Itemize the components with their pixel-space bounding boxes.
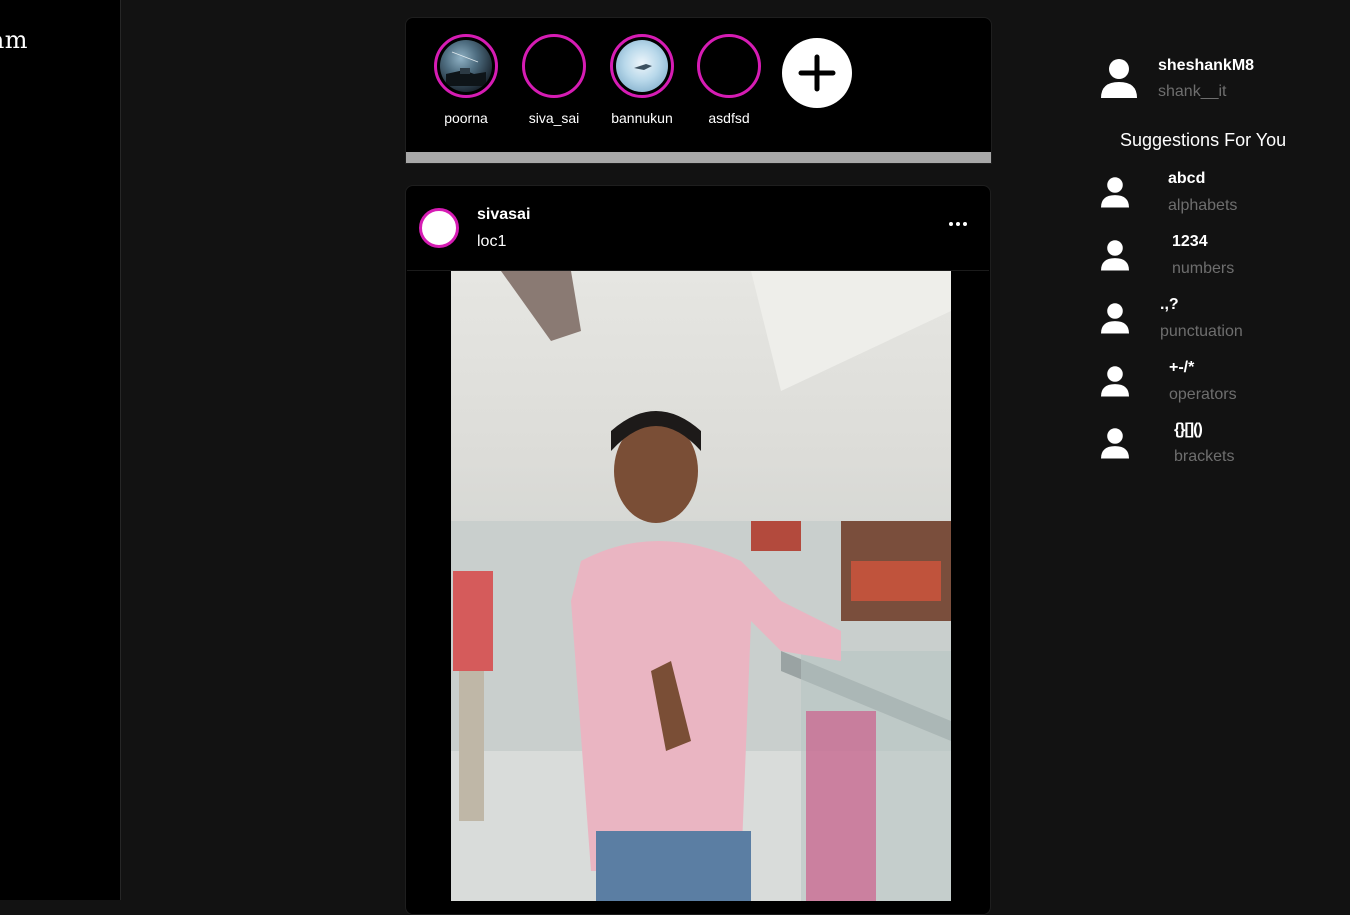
suggestion-item[interactable]: {}[]() brackets — [1095, 421, 1350, 471]
user-avatar-icon — [1101, 428, 1129, 459]
suggestion-item[interactable]: +-/* operators — [1095, 359, 1350, 409]
story-item[interactable]: poorna — [422, 34, 510, 126]
suggestion-item[interactable]: .,? punctuation — [1095, 296, 1350, 346]
suggestion-name[interactable]: 1234 — [1172, 233, 1208, 251]
story-ring — [434, 34, 498, 98]
story-item[interactable]: bannukun — [598, 34, 686, 126]
story-ring — [697, 34, 761, 98]
app-logo[interactable]: ram — [0, 26, 28, 54]
suggestion-subtitle: operators — [1169, 386, 1237, 403]
story-avatar — [616, 40, 668, 92]
suggestion-name[interactable]: .,? — [1160, 296, 1179, 314]
post-location[interactable]: loc1 — [477, 233, 506, 251]
story-ring — [522, 34, 586, 98]
story-avatar — [528, 40, 580, 92]
stories-bar: poorna siva_sai bannukun asdfsd — [405, 17, 992, 164]
post-username[interactable]: sivasai — [477, 206, 530, 224]
user-avatar-icon — [1101, 366, 1129, 397]
suggestion-name[interactable]: {}[]() — [1174, 421, 1203, 439]
story-username: poorna — [444, 110, 488, 126]
right-panel: sheshankM8 shank__it Suggestions For You… — [1095, 0, 1350, 900]
post-card: sivasai loc1 — [405, 185, 991, 915]
plus-icon — [798, 54, 836, 92]
user-avatar-icon — [1101, 303, 1129, 334]
story-username: siva_sai — [528, 110, 580, 126]
post-photo[interactable] — [451, 271, 951, 901]
suggestion-subtitle: brackets — [1174, 448, 1235, 465]
story-ring — [610, 34, 674, 98]
post-avatar[interactable] — [419, 208, 459, 248]
current-username[interactable]: sheshankM8 — [1158, 57, 1254, 75]
suggestions-heading: Suggestions For You — [1120, 130, 1287, 150]
more-horizontal-icon[interactable] — [946, 216, 970, 232]
story-username: asdfsd — [708, 110, 750, 126]
current-user-handle: shank__it — [1158, 83, 1227, 100]
suggestion-name[interactable]: +-/* — [1169, 359, 1194, 377]
user-avatar-icon[interactable] — [1101, 58, 1137, 98]
story-item[interactable]: siva_sai — [510, 34, 598, 126]
story-item[interactable]: asdfsd — [685, 34, 773, 126]
suggestion-name[interactable]: abcd — [1168, 170, 1205, 188]
story-username: bannukun — [611, 110, 673, 126]
story-avatar — [440, 40, 492, 92]
stories-scrollbar[interactable] — [406, 152, 991, 163]
suggestion-item[interactable]: 1234 numbers — [1095, 233, 1350, 283]
user-avatar-icon — [1101, 177, 1129, 208]
add-story-button[interactable] — [782, 38, 852, 108]
user-avatar-icon — [1101, 240, 1129, 271]
suggestion-subtitle: numbers — [1172, 260, 1235, 277]
post-media — [407, 270, 989, 914]
suggestion-subtitle: punctuation — [1160, 323, 1243, 340]
suggestion-item[interactable]: abcd alphabets — [1095, 170, 1350, 220]
story-avatar — [703, 40, 755, 92]
left-sidebar: ram — [0, 0, 121, 900]
suggestion-subtitle: alphabets — [1168, 197, 1238, 214]
